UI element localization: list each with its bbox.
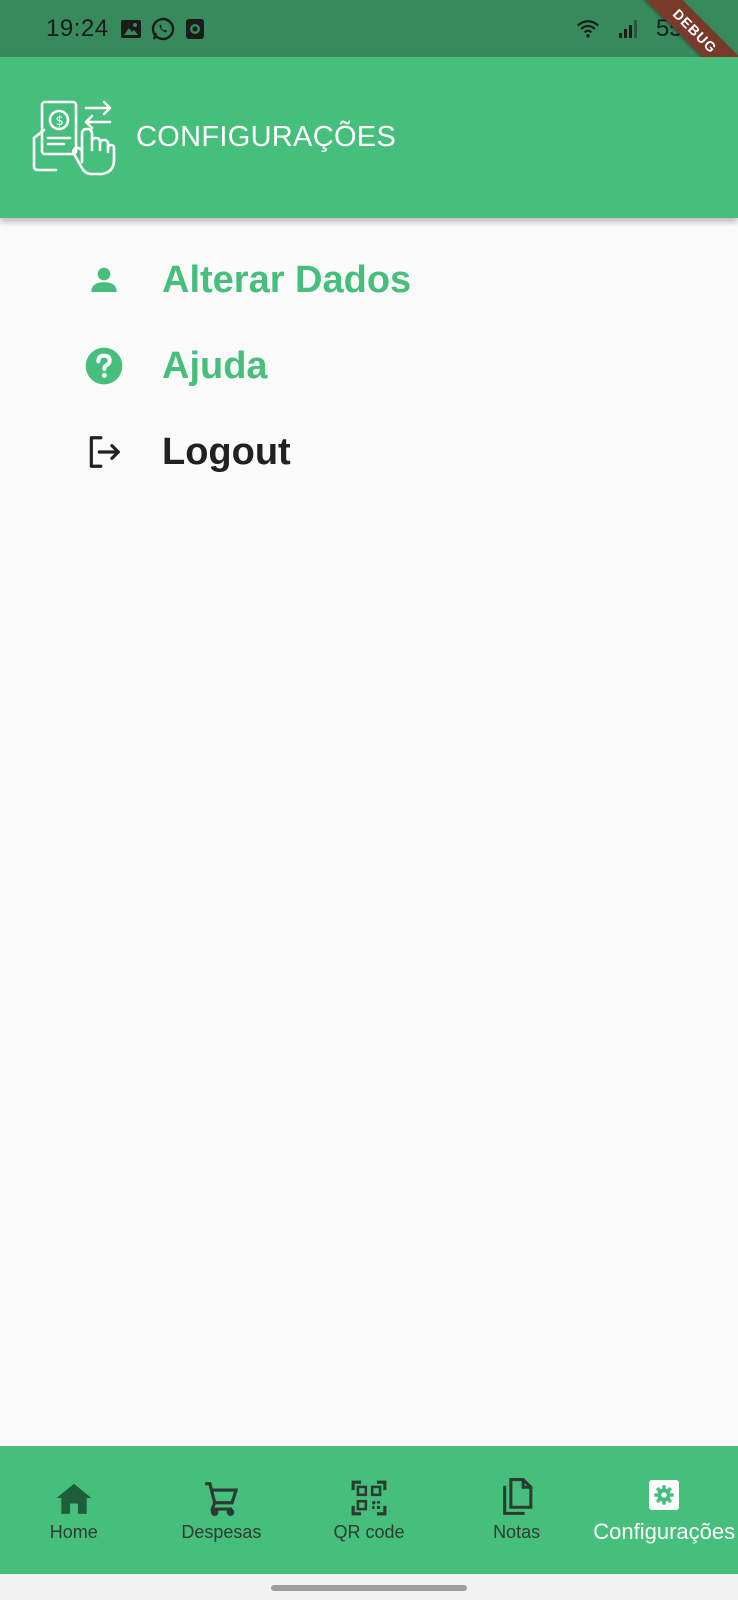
bottom-navigation: Home Despesas QR code Notas Configuraçõe…	[0, 1446, 738, 1574]
cart-icon	[201, 1478, 241, 1518]
signal-icon	[616, 17, 640, 41]
nav-item-qr-code[interactable]: QR code	[295, 1446, 443, 1574]
nav-item-notas[interactable]: Notas	[443, 1446, 591, 1574]
nav-label: QR code	[333, 1521, 405, 1542]
nav-item-despesas[interactable]: Despesas	[148, 1446, 296, 1574]
media-icon	[183, 17, 207, 41]
settings-icon	[644, 1475, 684, 1515]
menu-item-label: Alterar Dados	[162, 258, 412, 301]
menu-item-ajuda[interactable]: Ajuda	[80, 331, 268, 401]
nav-label: Configurações	[593, 1519, 736, 1544]
system-navigation-area	[0, 1574, 738, 1600]
home-icon	[54, 1478, 94, 1518]
qr-code-icon	[349, 1478, 389, 1518]
whatsapp-icon	[151, 17, 175, 41]
person-icon	[80, 256, 128, 304]
menu-item-alterar-dados[interactable]: Alterar Dados	[80, 245, 411, 315]
nav-item-configuracoes[interactable]: Configurações	[590, 1446, 738, 1574]
page-title: CONFIGURAÇÕES	[136, 121, 397, 153]
image-icon	[119, 17, 143, 41]
payment-hand-logo: $	[30, 98, 118, 178]
logout-icon	[80, 428, 128, 476]
menu-item-label: Logout	[162, 430, 291, 473]
nav-item-home[interactable]: Home	[0, 1446, 148, 1574]
wifi-icon	[576, 17, 600, 41]
nav-label: Notas	[493, 1521, 541, 1542]
home-gesture-bar[interactable]	[271, 1585, 467, 1591]
nav-label: Home	[49, 1521, 98, 1542]
menu-item-logout[interactable]: Logout	[80, 417, 291, 487]
nav-label: Despesas	[181, 1521, 262, 1542]
status-time: 19:24	[46, 14, 109, 42]
app-bar: $ CONFIGURAÇÕES	[0, 57, 738, 218]
menu-item-label: Ajuda	[162, 344, 268, 387]
svg-text:$: $	[56, 114, 64, 129]
documents-icon	[497, 1477, 537, 1518]
help-icon	[80, 342, 128, 390]
status-bar: 19:24 55%	[0, 0, 738, 57]
